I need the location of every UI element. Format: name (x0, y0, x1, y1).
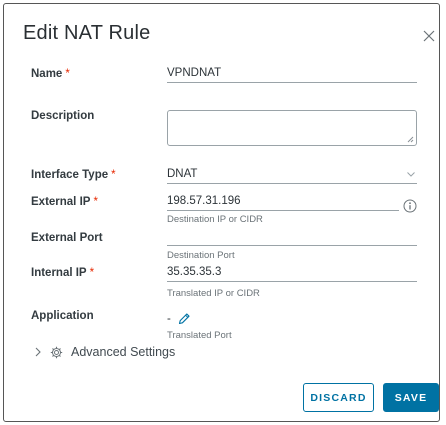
advanced-settings-toggle[interactable]: Advanced Settings (34, 345, 175, 359)
dialog-title: Edit NAT Rule (23, 22, 151, 44)
chevron-down-icon (407, 172, 415, 177)
application-hint: Translated Port (167, 330, 232, 341)
internal-ip-label: Internal IP * (31, 267, 95, 279)
resize-grip-icon[interactable] (407, 136, 414, 143)
name-input[interactable]: VPNDNAT (167, 64, 417, 83)
external-ip-input[interactable]: 198.57.31.196 (167, 192, 399, 211)
close-icon[interactable] (423, 30, 435, 42)
name-label: Name * (31, 68, 70, 80)
required-marker: * (93, 196, 98, 208)
pencil-icon[interactable] (177, 312, 191, 326)
chevron-right-icon (35, 347, 41, 357)
info-icon[interactable] (403, 199, 417, 213)
internal-ip-input[interactable]: 35.35.35.3 (167, 263, 417, 282)
required-marker: * (65, 68, 70, 80)
interface-type-label: Interface Type * (31, 169, 116, 181)
required-marker: * (89, 267, 95, 279)
description-textarea[interactable] (167, 110, 417, 146)
save-button[interactable]: SAVE (383, 383, 439, 412)
internal-ip-hint: Translated IP or CIDR (167, 288, 260, 299)
description-label: Description (31, 110, 95, 122)
external-ip-label: External IP * (31, 196, 98, 208)
external-port-label: External Port (31, 232, 103, 244)
gear-icon (50, 346, 63, 358)
application-value: - (167, 313, 171, 325)
external-port-input[interactable] (167, 227, 417, 246)
application-label: Application (31, 310, 94, 322)
advanced-settings-label: Advanced Settings (71, 345, 176, 359)
interface-type-select[interactable]: DNAT (167, 165, 417, 184)
discard-button[interactable]: DISCARD (303, 383, 374, 412)
external-ip-hint: Destination IP or CIDR (167, 214, 263, 225)
interface-type-value: DNAT (167, 168, 198, 180)
required-marker: * (111, 169, 116, 181)
external-port-hint: Destination Port (167, 250, 235, 261)
